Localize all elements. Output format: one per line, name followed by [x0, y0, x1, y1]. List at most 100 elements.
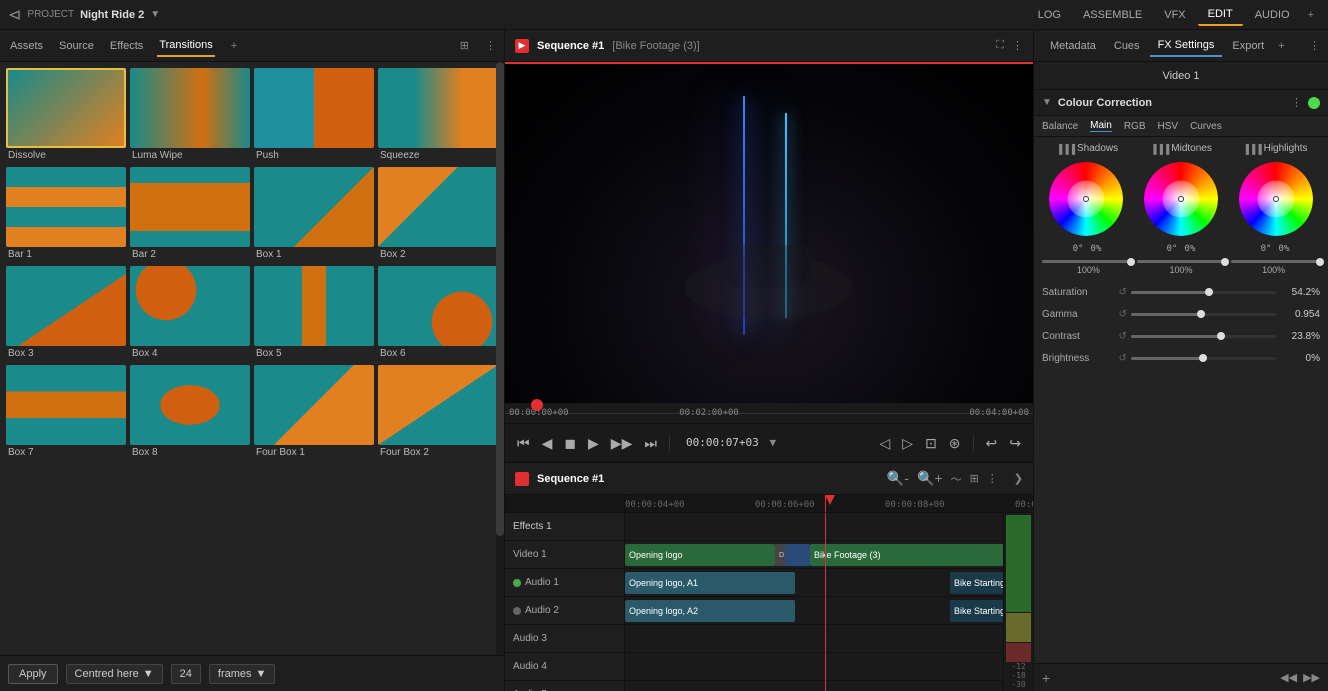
- shadows-wheel[interactable]: [1049, 162, 1123, 236]
- transition-item-push[interactable]: Push: [254, 68, 374, 163]
- apply-button[interactable]: Apply: [8, 664, 58, 684]
- transition-item-bar2[interactable]: Bar 2: [130, 167, 250, 262]
- clip-opening-logo[interactable]: Opening logo: [625, 544, 775, 566]
- saturation-reset-icon[interactable]: ↺: [1119, 287, 1127, 298]
- subtab-curves[interactable]: Curves: [1190, 121, 1222, 132]
- clip-thumb1[interactable]: [785, 544, 810, 566]
- tab-assets[interactable]: Assets: [8, 36, 45, 56]
- right-tab-add-icon[interactable]: +: [1278, 40, 1284, 52]
- duration-input[interactable]: 24: [171, 664, 201, 684]
- centered-dropdown[interactable]: Centred here ▼: [66, 664, 163, 684]
- zoom-out-button[interactable]: 🔍-: [887, 470, 909, 487]
- subtab-rgb[interactable]: RGB: [1124, 121, 1146, 132]
- subtab-hsv[interactable]: HSV: [1158, 121, 1179, 132]
- transition-item-fourbox2[interactable]: Four Box 2: [378, 365, 498, 460]
- brightness-reset-icon[interactable]: ↺: [1119, 353, 1127, 364]
- tab-add-icon[interactable]: +: [231, 40, 237, 52]
- timeline-more-icon[interactable]: ⋮: [987, 472, 998, 485]
- transition-item-box6[interactable]: Box 6: [378, 266, 498, 361]
- snap-icon[interactable]: ⊞: [970, 472, 979, 485]
- next-frame-button[interactable]: ▶▶: [607, 434, 637, 452]
- panel-more-icon[interactable]: ⋮: [485, 39, 496, 52]
- contrast-slider[interactable]: [1131, 335, 1276, 338]
- shadows-master-track[interactable]: [1042, 260, 1131, 263]
- tab-cues[interactable]: Cues: [1106, 36, 1148, 56]
- play-button[interactable]: ▶: [584, 434, 603, 452]
- zoom-in-button[interactable]: 🔍+: [917, 470, 943, 487]
- nav-vfx[interactable]: VFX: [1154, 5, 1195, 25]
- clip-bike-starting-a2[interactable]: Bike Starting, A2: [950, 600, 1003, 622]
- gamma-reset-icon[interactable]: ↺: [1119, 309, 1127, 320]
- cc-enabled-dot[interactable]: [1308, 97, 1320, 109]
- collapse-timeline-icon[interactable]: ❯: [1014, 472, 1023, 485]
- transition-item-box5[interactable]: Box 5: [254, 266, 374, 361]
- grid-view-icon[interactable]: ⊞: [460, 39, 469, 52]
- transition-item-box4[interactable]: Box 4: [130, 266, 250, 361]
- tab-effects[interactable]: Effects: [108, 36, 145, 56]
- nav-add-icon[interactable]: +: [1302, 5, 1320, 25]
- prev-effect-icon[interactable]: ◀◀: [1280, 671, 1297, 684]
- clip-bike-footage-3[interactable]: Bike Footage (3): [810, 544, 1003, 566]
- midtones-master-track[interactable]: [1137, 260, 1226, 263]
- subtab-main[interactable]: Main: [1090, 120, 1112, 132]
- transition-item-box3[interactable]: Box 3: [6, 266, 126, 361]
- gamma-slider[interactable]: [1131, 313, 1276, 316]
- tab-metadata[interactable]: Metadata: [1042, 36, 1104, 56]
- transition-item-dissolve[interactable]: Dissolve: [6, 68, 126, 163]
- in-point-button[interactable]: ◁: [876, 434, 895, 452]
- transition-item-box8[interactable]: Box 8: [130, 365, 250, 460]
- match-frame-button[interactable]: ⊡: [921, 434, 941, 452]
- timecode-dropdown-icon[interactable]: ▼: [769, 436, 776, 449]
- contrast-reset-icon[interactable]: ↺: [1119, 331, 1127, 342]
- right-panel-more-icon[interactable]: ⋮: [1309, 39, 1320, 52]
- transition-item-bar1[interactable]: Bar 1: [6, 167, 126, 262]
- project-dropdown-icon[interactable]: ▼: [150, 9, 160, 20]
- fullscreen-icon[interactable]: ⛶: [996, 39, 1004, 52]
- contrast-thumb[interactable]: [1217, 332, 1225, 340]
- tab-export[interactable]: Export: [1224, 36, 1272, 56]
- brightness-slider[interactable]: [1131, 357, 1276, 360]
- waveform-icon[interactable]: 〜: [951, 471, 962, 487]
- out-point-button[interactable]: ▷: [898, 434, 917, 452]
- subtab-balance[interactable]: Balance: [1042, 121, 1078, 132]
- frames-dropdown[interactable]: frames ▼: [209, 664, 276, 684]
- nav-log[interactable]: LOG: [1028, 5, 1071, 25]
- audio1-enable-dot[interactable]: [513, 579, 521, 587]
- audio2-enable-dot[interactable]: [513, 607, 521, 615]
- highlights-master-track[interactable]: [1231, 260, 1320, 263]
- skip-end-button[interactable]: ⏭: [640, 434, 661, 452]
- tab-transitions[interactable]: Transitions: [157, 35, 214, 57]
- add-effect-icon[interactable]: +: [1042, 670, 1050, 686]
- brightness-thumb[interactable]: [1199, 354, 1207, 362]
- next-effect-icon[interactable]: ▶▶: [1303, 671, 1320, 684]
- back-icon[interactable]: ⊲: [8, 5, 21, 25]
- transition-item-fourbox1[interactable]: Four Box 1: [254, 365, 374, 460]
- highlights-wheel[interactable]: [1239, 162, 1313, 236]
- prev-frame-button[interactable]: ◀: [538, 434, 557, 452]
- redo-button[interactable]: ↪: [1005, 434, 1025, 452]
- undo-button[interactable]: ↩: [982, 434, 1002, 452]
- clip-bike-starting-a1[interactable]: Bike Starting, A1: [950, 572, 1003, 594]
- cc-expand-icon[interactable]: ▼: [1042, 97, 1052, 108]
- midtones-master-thumb[interactable]: [1221, 258, 1229, 266]
- nav-edit[interactable]: EDIT: [1198, 4, 1243, 26]
- transition-item-box7[interactable]: Box 7: [6, 365, 126, 460]
- tab-source[interactable]: Source: [57, 36, 96, 56]
- midtones-wheel[interactable]: [1144, 162, 1218, 236]
- saturation-thumb[interactable]: [1205, 288, 1213, 296]
- transition-item-squeeze[interactable]: Squeeze: [378, 68, 498, 163]
- transition-item-box1[interactable]: Box 1: [254, 167, 374, 262]
- transition-item-luma-wipe[interactable]: Luma Wipe: [130, 68, 250, 163]
- saturation-slider[interactable]: [1131, 291, 1276, 294]
- gamma-thumb[interactable]: [1197, 310, 1205, 318]
- nav-assemble[interactable]: ASSEMBLE: [1073, 5, 1152, 25]
- skip-start-button[interactable]: ⏮: [513, 434, 534, 452]
- preview-more-icon[interactable]: ⋮: [1012, 39, 1023, 52]
- shadows-master-thumb[interactable]: [1127, 258, 1135, 266]
- highlights-master-thumb[interactable]: [1316, 258, 1324, 266]
- clip-opening-logo-a1[interactable]: Opening logo, A1: [625, 572, 795, 594]
- cc-more-icon[interactable]: ⋮: [1291, 96, 1302, 109]
- nav-audio[interactable]: AUDIO: [1245, 5, 1300, 25]
- transition-item-box2[interactable]: Box 2: [378, 167, 498, 262]
- clip-opening-logo-a2[interactable]: Opening logo, A2: [625, 600, 795, 622]
